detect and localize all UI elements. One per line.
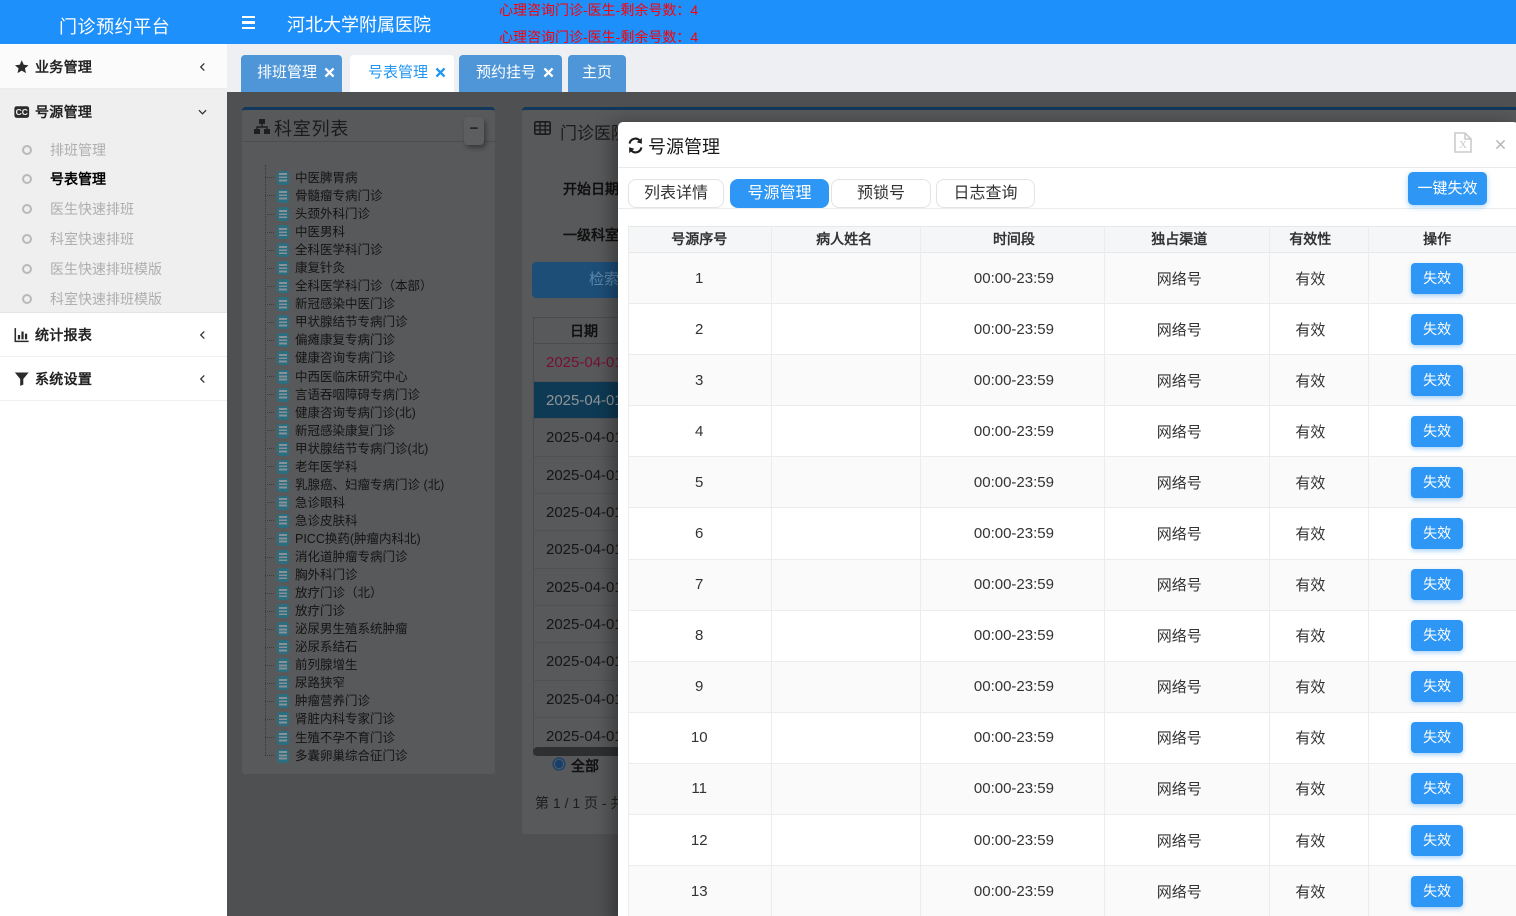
svg-text:CC: CC: [16, 107, 28, 117]
svg-text:X: X: [1459, 139, 1467, 151]
